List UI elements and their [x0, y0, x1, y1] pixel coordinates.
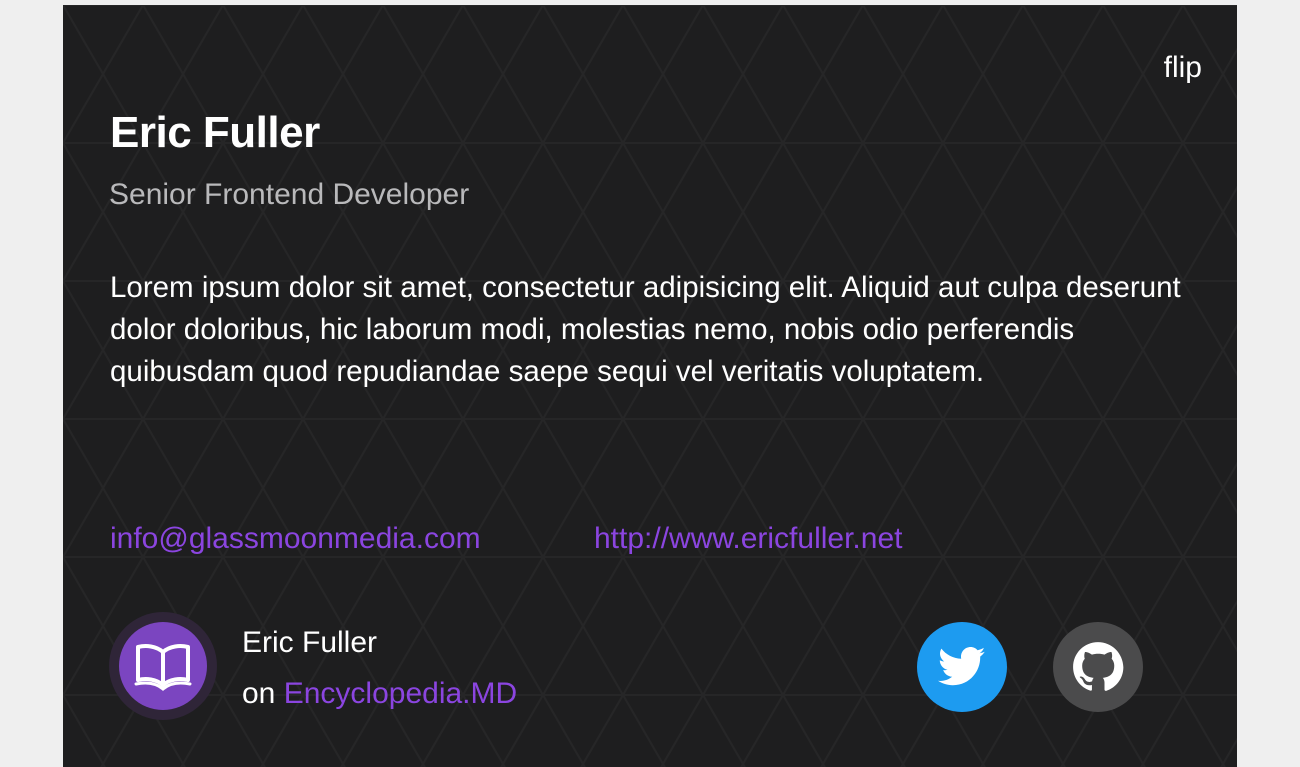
twitter-button[interactable] — [917, 622, 1007, 712]
author-on-label: on — [242, 677, 276, 710]
github-octocat-icon — [1073, 642, 1124, 691]
flip-button[interactable]: flip — [1164, 51, 1202, 85]
author-name: Eric Fuller — [242, 626, 378, 659]
author-source: on Encyclopedia.MD — [242, 676, 517, 712]
email-link[interactable]: info@glassmoonmedia.com — [110, 521, 481, 557]
profile-name: Eric Fuller — [110, 108, 320, 157]
open-book-icon — [134, 644, 192, 691]
profile-card: flip Eric Fuller Senior Frontend Develop… — [63, 5, 1237, 767]
profile-bio: Lorem ipsum dolor sit amet, consectetur … — [110, 271, 1181, 388]
profile-title: Senior Frontend Developer — [109, 178, 470, 211]
twitter-bird-icon — [938, 647, 986, 686]
author-avatar[interactable] — [109, 612, 217, 720]
github-button[interactable] — [1053, 622, 1143, 712]
website-link[interactable]: http://www.ericfuller.net — [594, 521, 902, 557]
author-site-link[interactable]: Encyclopedia.MD — [284, 677, 517, 710]
avatar-circle — [119, 622, 207, 710]
